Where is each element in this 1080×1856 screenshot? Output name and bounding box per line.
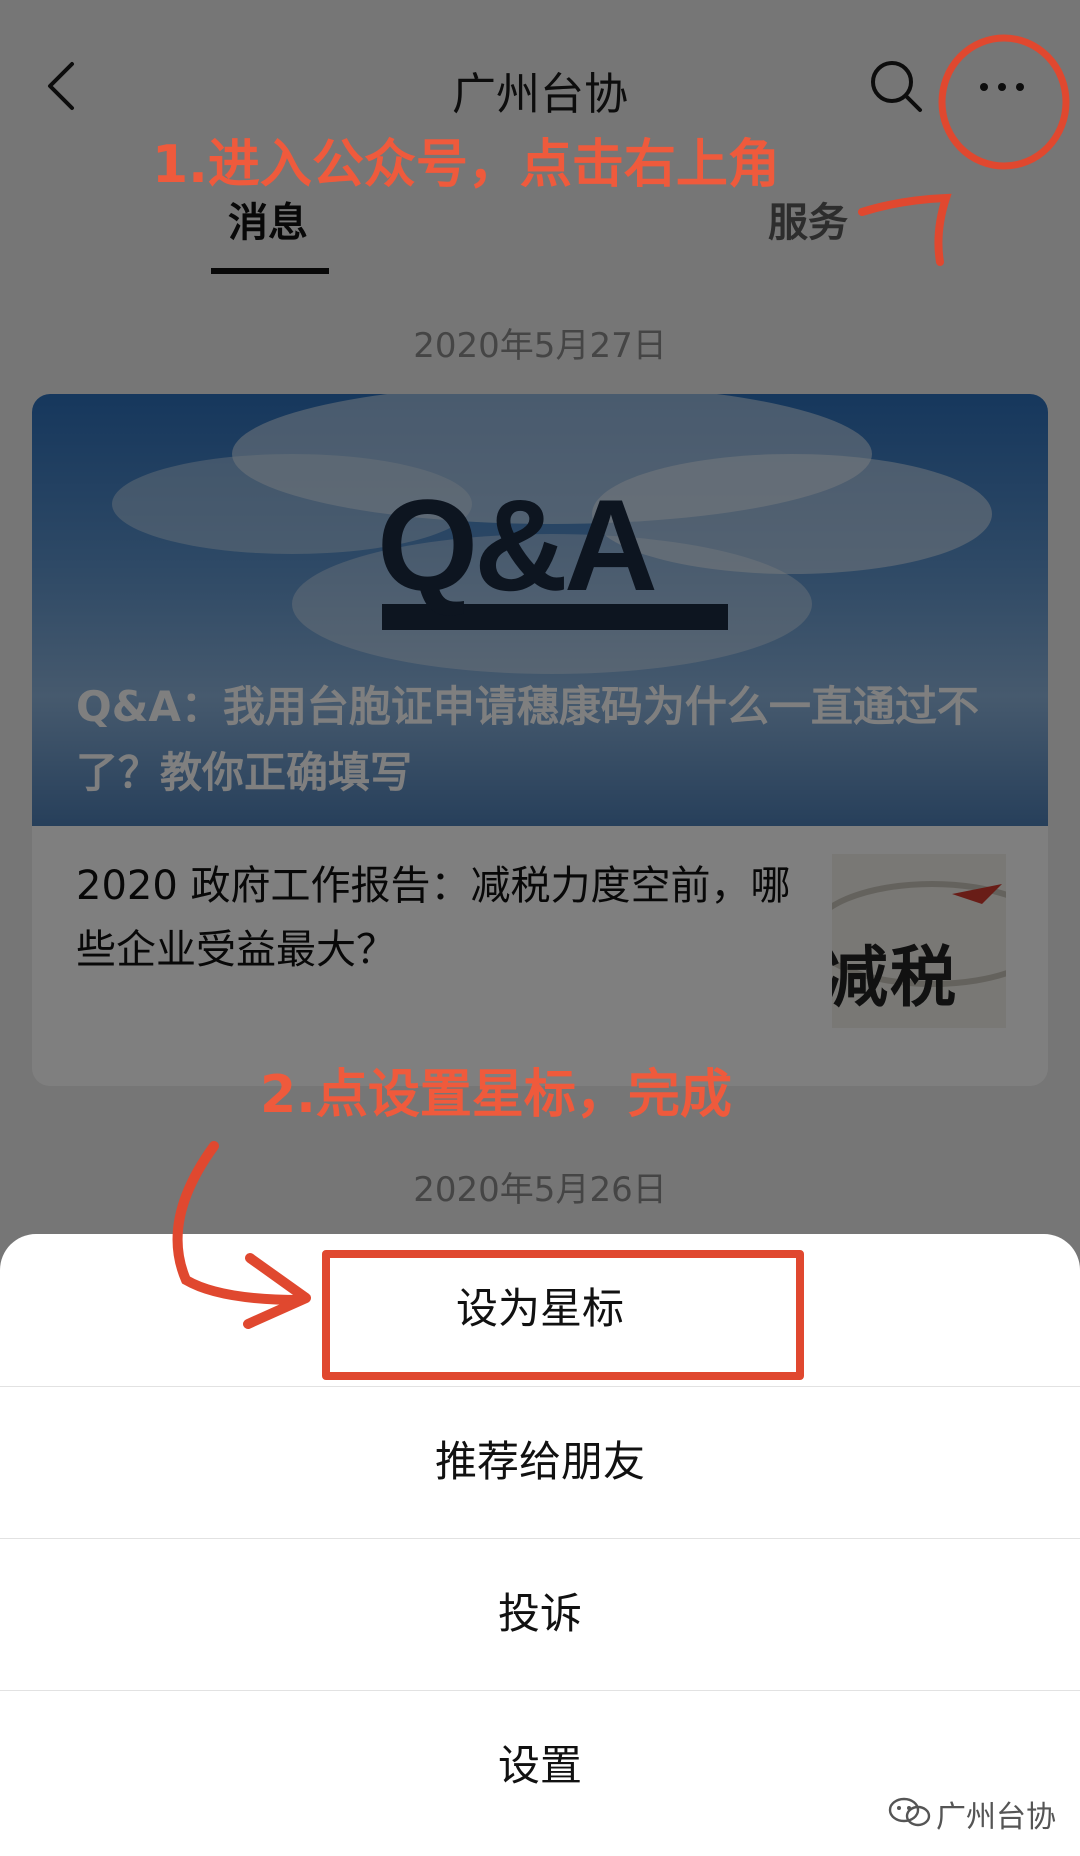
wechat-icon [888, 1797, 931, 1827]
highlight-box [322, 1250, 804, 1380]
watermark-text: 广州台协 [936, 1800, 1056, 1835]
annotation-drawing [172, 34, 1070, 1329]
arrow-to-tabs [858, 193, 952, 266]
arrow-head [243, 1253, 311, 1329]
app-screen: 广州台协 消息 服务 2020年5月27日 Q&A Q&A：我用台胞证申请穗康 [0, 0, 1080, 1856]
highlight-circle [938, 34, 1070, 170]
